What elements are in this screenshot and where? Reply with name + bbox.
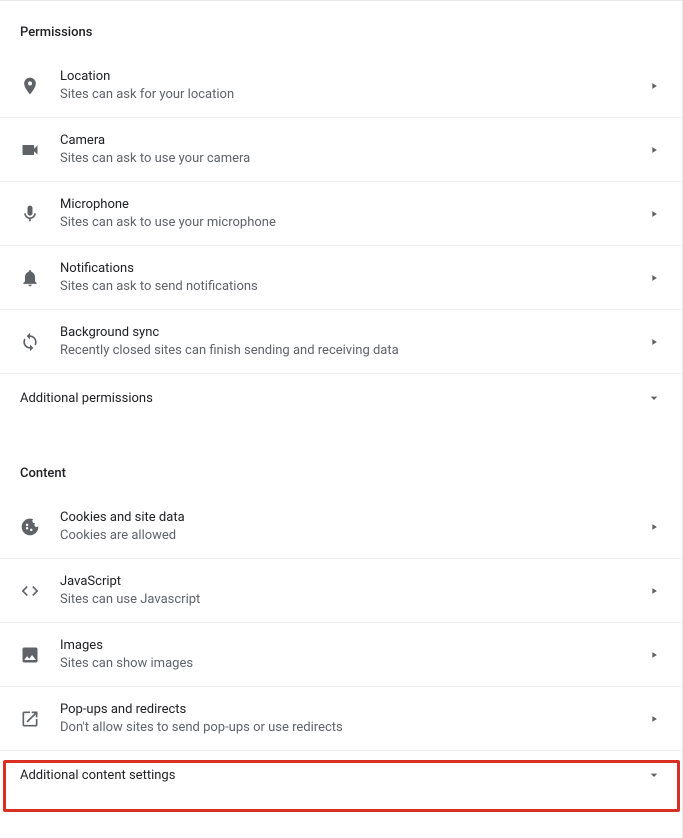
row-text: Images Sites can show images [60, 638, 646, 671]
popup-icon [20, 709, 40, 729]
expand-label: Additional permissions [20, 391, 646, 406]
javascript-row[interactable]: JavaScript Sites can use Javascript [0, 559, 682, 623]
row-subtitle: Sites can ask to use your camera [60, 151, 646, 166]
row-subtitle: Cookies are allowed [60, 528, 646, 543]
microphone-row[interactable]: Microphone Sites can ask to use your mic… [0, 182, 682, 246]
permissions-header: Permissions [0, 1, 682, 54]
background-sync-row[interactable]: Background sync Recently closed sites ca… [0, 310, 682, 374]
images-row[interactable]: Images Sites can show images [0, 623, 682, 687]
row-text: Location Sites can ask for your location [60, 69, 646, 102]
cookie-icon [20, 517, 40, 537]
row-title: JavaScript [60, 574, 646, 589]
row-subtitle: Sites can ask to send notifications [60, 279, 646, 294]
row-text: Notifications Sites can ask to send noti… [60, 261, 646, 294]
bell-icon [20, 268, 40, 288]
sync-icon [20, 332, 40, 352]
row-title: Camera [60, 133, 646, 148]
row-title: Background sync [60, 325, 646, 340]
popups-row[interactable]: Pop-ups and redirects Don't allow sites … [0, 687, 682, 751]
chevron-right-icon [646, 334, 662, 350]
chevron-right-icon [646, 711, 662, 727]
row-title: Notifications [60, 261, 646, 276]
chevron-right-icon [646, 206, 662, 222]
settings-panel: Permissions Location Sites can ask for y… [0, 0, 683, 838]
cookies-row[interactable]: Cookies and site data Cookies are allowe… [0, 495, 682, 559]
notifications-row[interactable]: Notifications Sites can ask to send noti… [0, 246, 682, 310]
chevron-right-icon [646, 78, 662, 94]
chevron-right-icon [646, 583, 662, 599]
additional-permissions-row[interactable]: Additional permissions [0, 374, 682, 422]
row-title: Pop-ups and redirects [60, 702, 646, 717]
row-subtitle: Sites can ask for your location [60, 87, 646, 102]
row-subtitle: Recently closed sites can finish sending… [60, 343, 646, 358]
row-text: JavaScript Sites can use Javascript [60, 574, 646, 607]
row-text: Background sync Recently closed sites ca… [60, 325, 646, 358]
row-text: Cookies and site data Cookies are allowe… [60, 510, 646, 543]
row-text: Pop-ups and redirects Don't allow sites … [60, 702, 646, 735]
camera-icon [20, 140, 40, 160]
code-icon [20, 581, 40, 601]
row-text: Camera Sites can ask to use your camera [60, 133, 646, 166]
row-title: Cookies and site data [60, 510, 646, 525]
image-icon [20, 645, 40, 665]
row-subtitle: Sites can show images [60, 656, 646, 671]
row-text: Microphone Sites can ask to use your mic… [60, 197, 646, 230]
chevron-right-icon [646, 647, 662, 663]
chevron-right-icon [646, 519, 662, 535]
row-subtitle: Sites can ask to use your microphone [60, 215, 646, 230]
row-title: Images [60, 638, 646, 653]
microphone-icon [20, 204, 40, 224]
location-row[interactable]: Location Sites can ask for your location [0, 54, 682, 118]
camera-row[interactable]: Camera Sites can ask to use your camera [0, 118, 682, 182]
additional-content-settings-row[interactable]: Additional content settings [0, 751, 682, 799]
chevron-right-icon [646, 270, 662, 286]
content-header: Content [0, 442, 682, 495]
row-subtitle: Sites can use Javascript [60, 592, 646, 607]
location-icon [20, 76, 40, 96]
row-title: Microphone [60, 197, 646, 212]
chevron-down-icon [646, 390, 662, 406]
expand-label: Additional content settings [20, 768, 646, 783]
chevron-down-icon [646, 767, 662, 783]
chevron-right-icon [646, 142, 662, 158]
row-title: Location [60, 69, 646, 84]
row-subtitle: Don't allow sites to send pop-ups or use… [60, 720, 646, 735]
